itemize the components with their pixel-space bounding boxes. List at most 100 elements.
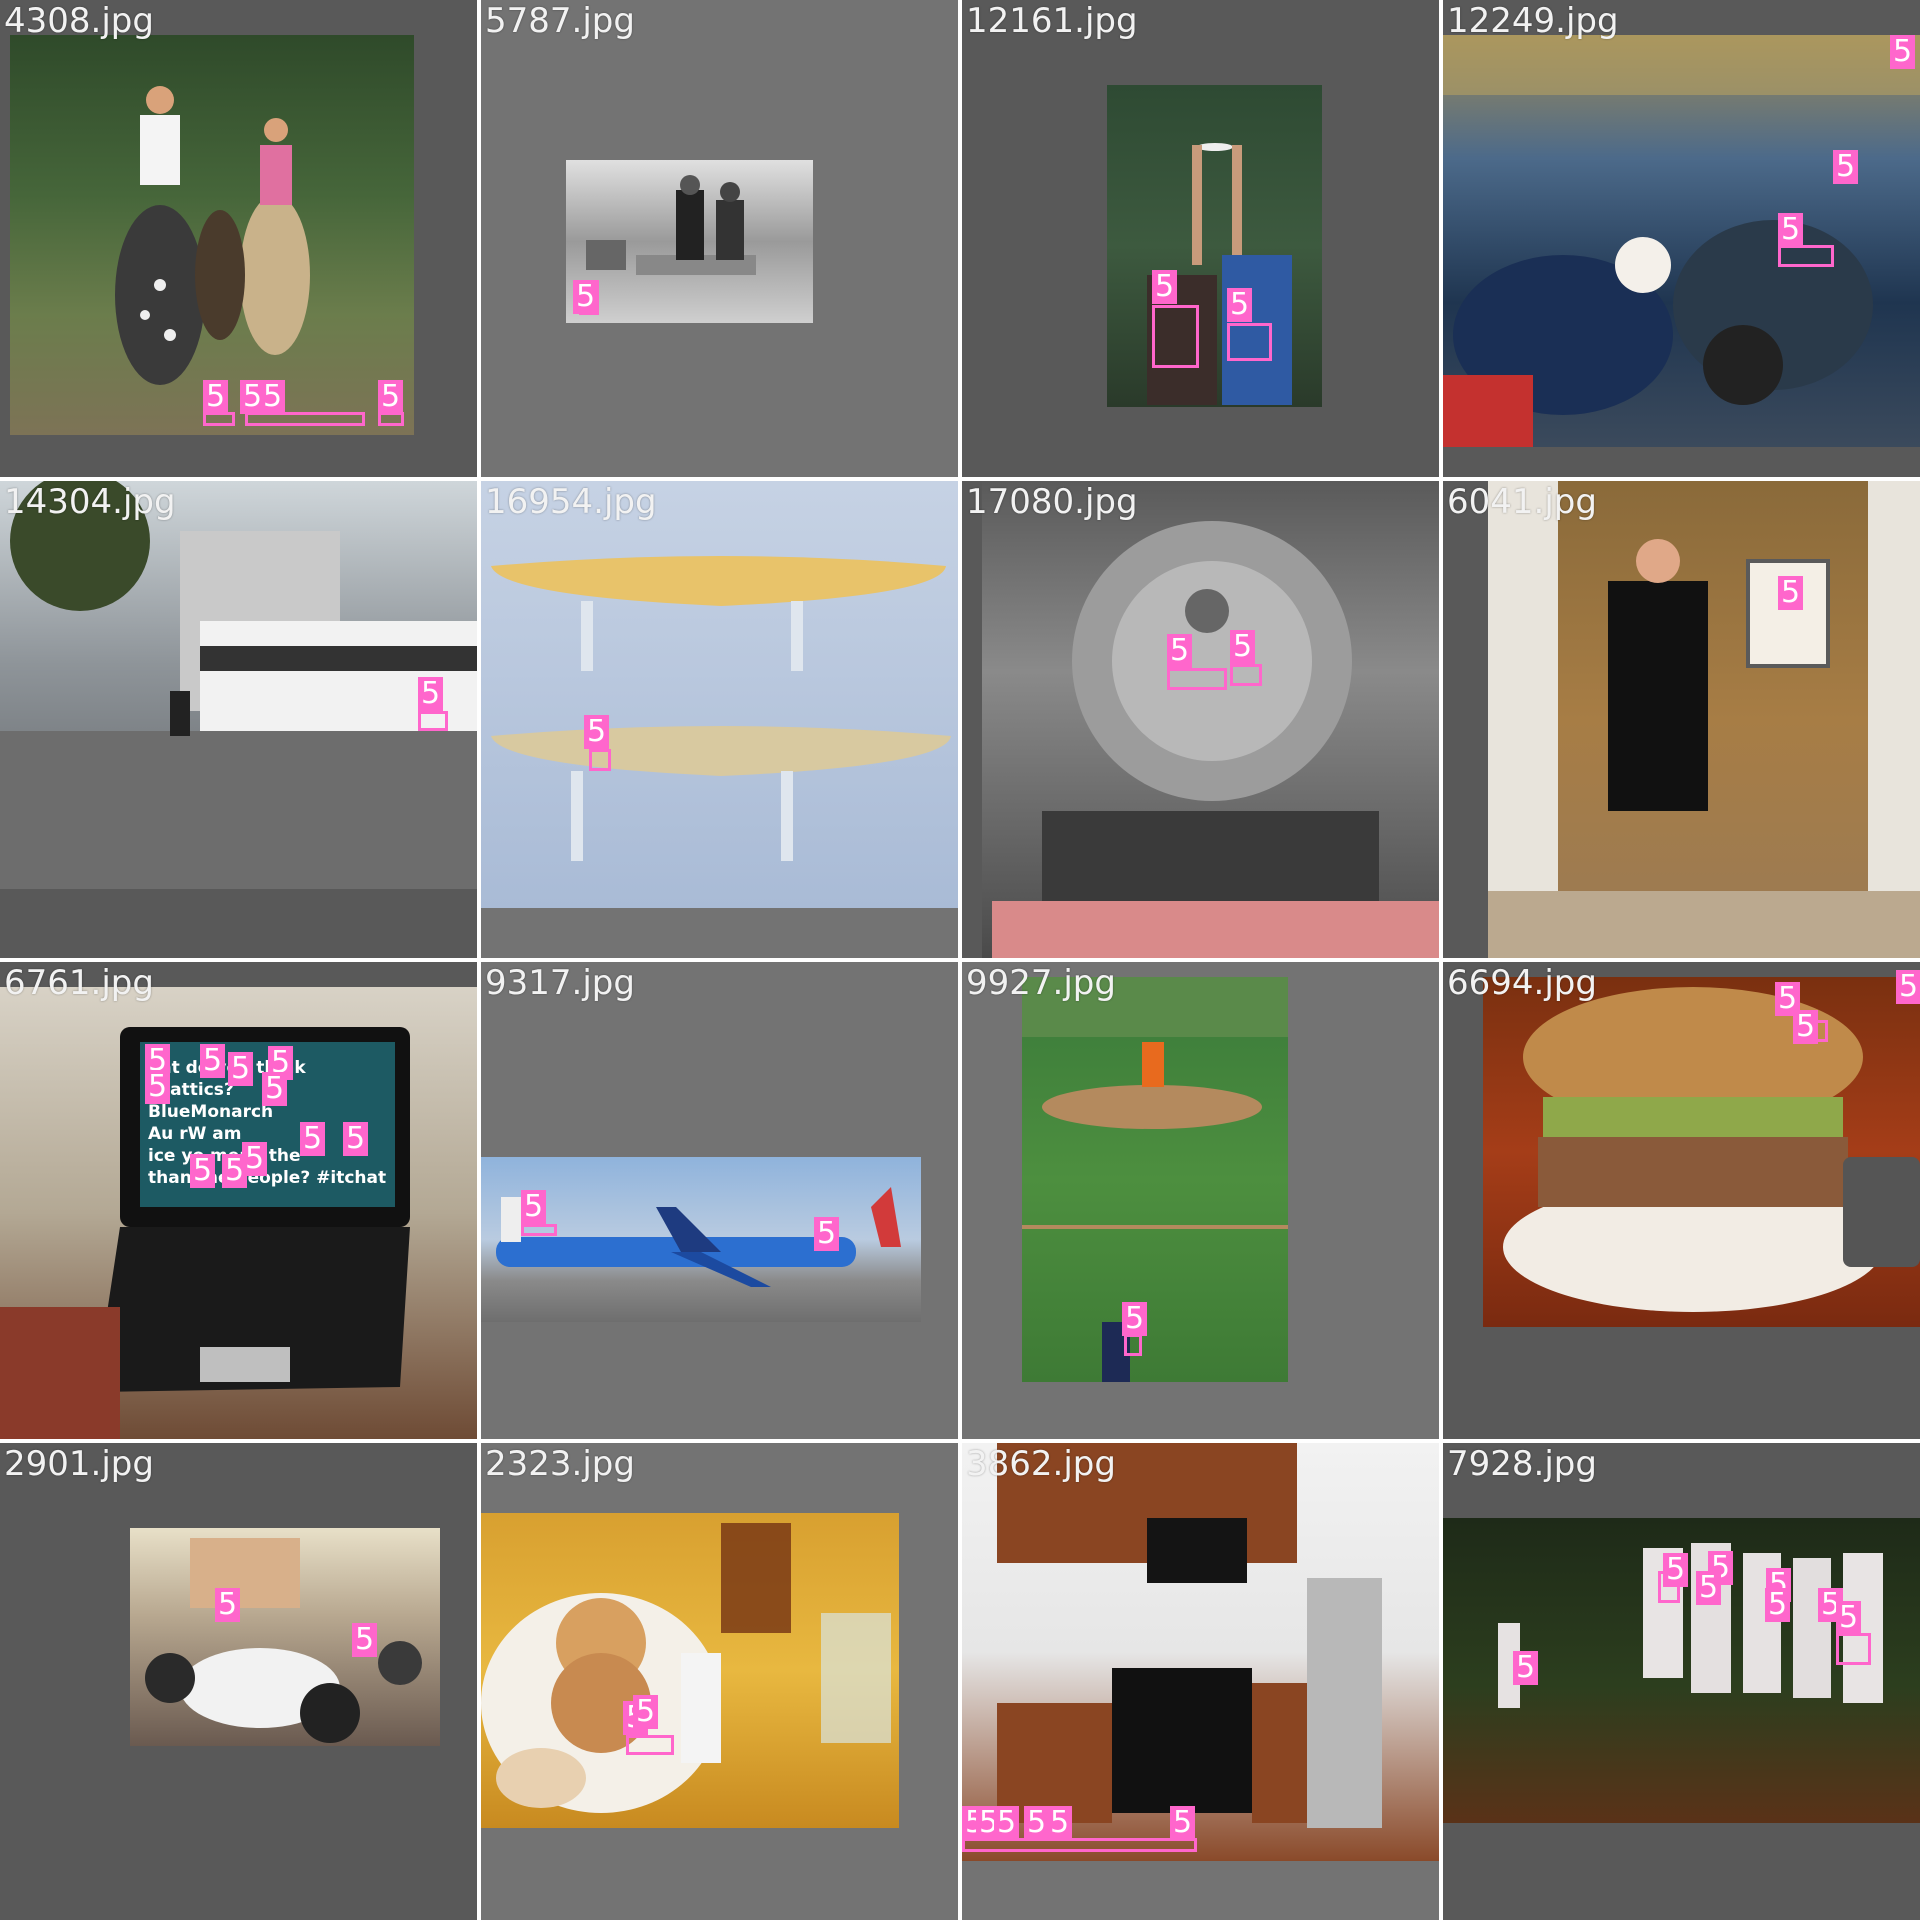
photo-classroom-students: [130, 1528, 440, 1746]
detection-label: 5: [1230, 630, 1256, 664]
filename-label: 6694.jpg: [1447, 963, 1597, 1003]
grid-cell-9927[interactable]: 9927.jpg 5: [962, 962, 1439, 1439]
grid-cell-12249[interactable]: 12249.jpg 5 5 5: [1443, 0, 1920, 477]
detection-label: 5: [242, 1142, 268, 1176]
detection-label: 5: [418, 677, 444, 711]
horse-riders-illustration: [115, 86, 310, 385]
city-bus-street-illustration: [0, 481, 477, 889]
detection-label: 5: [573, 280, 599, 314]
detection-label: 5: [1836, 1601, 1862, 1635]
grid-cell-3862[interactable]: 3862.jpg 5 5 5 5 5 5: [962, 1443, 1439, 1920]
grid-cell-16954[interactable]: 16954.jpg 5: [481, 481, 958, 958]
detection-label: 5: [260, 380, 286, 414]
detection-box: [1124, 1334, 1142, 1356]
large-burger-illustration: [1503, 987, 1920, 1312]
grid-cell-6041[interactable]: 6041.jpg 5: [1443, 481, 1920, 958]
filename-label: 12249.jpg: [1447, 1, 1619, 41]
baseball-pitcher-illustration: [1022, 977, 1288, 1382]
detection-box: [1167, 668, 1227, 690]
image-grid: 4308.jpg 5 5 5 5 5787.jpg 5 12161.jpg 5 …: [0, 0, 1920, 1920]
donuts-tray-illustration: [481, 1523, 891, 1813]
skateboard-shelves-illustration: [491, 556, 951, 861]
filename-label: 7928.jpg: [1447, 1444, 1597, 1484]
photo-bench-people-bw: [566, 160, 813, 323]
grid-cell-9317[interactable]: 9317.jpg 5 5: [481, 962, 958, 1439]
detection-label: 5: [1513, 1651, 1539, 1685]
grid-cell-14304[interactable]: 14304.jpg 5: [0, 481, 477, 958]
filename-label: 9317.jpg: [485, 963, 635, 1003]
scooter-dog-illustration: [1443, 35, 1920, 447]
detection-label: 5: [1170, 1806, 1196, 1840]
screen-word: Blue: [148, 1102, 191, 1122]
grid-cell-5787[interactable]: 5787.jpg 5: [481, 0, 958, 477]
photo-baseball-pitcher: [1022, 977, 1288, 1382]
detection-box: [245, 412, 365, 426]
detection-label: 5: [1696, 1571, 1722, 1605]
photo-horse-riders: [10, 35, 414, 435]
detection-label: 5: [1047, 1806, 1073, 1840]
detection-label: 5: [190, 1154, 216, 1188]
grid-cell-12161[interactable]: 12161.jpg 5 5: [962, 0, 1439, 477]
detection-label: 5: [145, 1070, 171, 1104]
screen-word: the: [268, 1146, 301, 1166]
detection-label: 5: [262, 1072, 288, 1106]
grid-cell-7928[interactable]: 7928.jpg 5 5 5 5 5 5 5 5: [1443, 1443, 1920, 1920]
filename-label: 6761.jpg: [4, 963, 154, 1003]
detection-label: 5: [228, 1052, 254, 1086]
classroom-illustration: [145, 1538, 422, 1743]
photo-large-burger: [1483, 977, 1920, 1327]
detection-label: 5: [1778, 213, 1804, 247]
detection-box: [521, 1224, 557, 1236]
klm-airplane-illustration: [496, 1187, 901, 1287]
detection-box: [1227, 323, 1272, 361]
detection-label: 5: [1122, 1302, 1148, 1336]
photo-city-bus-street: [0, 481, 477, 889]
detection-box: [962, 1838, 1197, 1852]
detection-label: 5: [203, 380, 229, 414]
detection-box: [203, 412, 235, 426]
screen-word: Au: [148, 1124, 174, 1144]
detection-box: [1152, 305, 1199, 368]
detection-label: 5: [1793, 1010, 1819, 1044]
detection-label: 5: [584, 715, 610, 749]
filename-label: 4308.jpg: [4, 1, 154, 41]
bench-people-illustration: [586, 175, 756, 275]
detection-box: [1230, 664, 1262, 686]
grid-cell-17080[interactable]: 17080.jpg 5 5: [962, 481, 1439, 958]
screen-word: #itchat: [316, 1168, 387, 1188]
filename-label: 5787.jpg: [485, 1, 635, 41]
screen-word: ice: [148, 1146, 176, 1166]
grid-cell-6761[interactable]: hat do you think chattics? BlueMonarch A…: [0, 962, 477, 1439]
grid-cell-2323[interactable]: 2323.jpg 5 5: [481, 1443, 958, 1920]
detection-label: 5: [200, 1044, 226, 1078]
screen-word: ?: [300, 1168, 311, 1188]
grid-cell-4308[interactable]: 4308.jpg 5 5 5 5: [0, 0, 477, 477]
screen-word: am: [212, 1124, 242, 1144]
photo-kitchen: [962, 1443, 1439, 1861]
photo-steam-locomotive: [982, 481, 1439, 958]
grid-cell-6694[interactable]: 6694.jpg 5 5 5: [1443, 962, 1920, 1439]
detection-box: [1836, 1633, 1871, 1665]
filename-label: 9927.jpg: [966, 963, 1116, 1003]
detection-label: 5: [1890, 35, 1916, 69]
detection-label: 5: [1167, 634, 1193, 668]
photo-man-in-suit-doorway: [1488, 481, 1920, 958]
photo-donuts-tray: [481, 1513, 899, 1828]
detection-label: 5: [1833, 150, 1859, 184]
filename-label: 3862.jpg: [966, 1444, 1116, 1484]
photo-skateboard-shelves: [481, 481, 958, 908]
filename-label: 17080.jpg: [966, 482, 1138, 522]
detection-label: 5: [814, 1217, 840, 1251]
detection-box: [589, 749, 611, 771]
detection-box: [378, 412, 404, 426]
detection-label: 5: [521, 1190, 547, 1224]
man-in-suit-illustration: [1488, 481, 1920, 958]
detection-label: 5: [1765, 1588, 1791, 1622]
detection-label: 5: [1152, 270, 1178, 304]
kitchen-illustration: [997, 1443, 1382, 1828]
detection-label: 5: [378, 380, 404, 414]
grid-cell-2901[interactable]: 2901.jpg 5 5: [0, 1443, 477, 1920]
detection-box: [1778, 245, 1834, 267]
screen-word: rW: [179, 1124, 207, 1144]
detection-box: [418, 711, 448, 731]
